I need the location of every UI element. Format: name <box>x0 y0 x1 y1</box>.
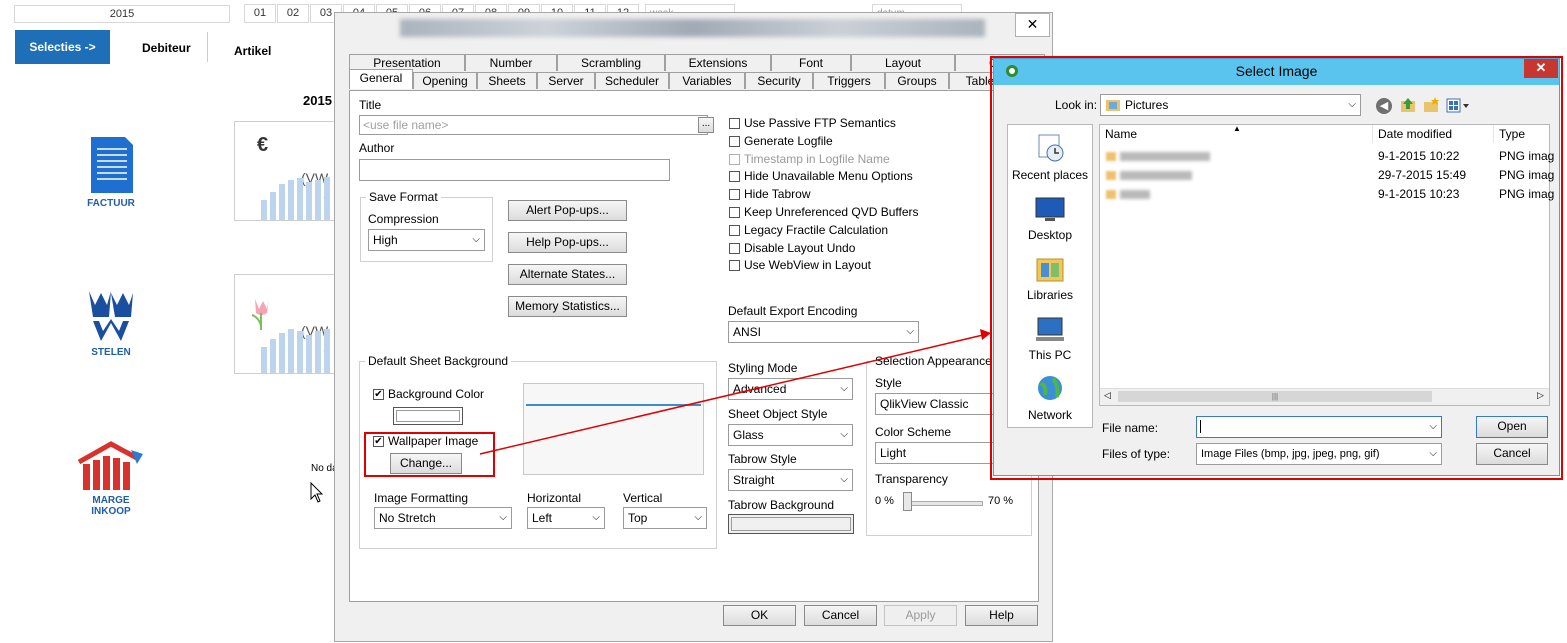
select-cancel-button[interactable]: Cancel <box>1476 443 1548 465</box>
select-image-title: Select Image <box>1235 63 1318 79</box>
file-row[interactable]: 9-1-2015 10:23 PNG imag <box>1100 185 1554 204</box>
file-name-blurred <box>1120 152 1210 161</box>
place-label: Network <box>1027 408 1072 422</box>
tab-general[interactable]: General <box>349 69 413 89</box>
files-of-type-label: Files of type: <box>1102 447 1171 461</box>
file-date: 9-1-2015 10:23 <box>1378 187 1460 201</box>
file-list: Name ▲ Date modified Type 9-1-2015 10:22… <box>1099 124 1554 406</box>
this-pc-icon <box>1036 317 1064 341</box>
place-label: Libraries <box>1026 288 1074 302</box>
file-type: PNG imag <box>1499 168 1555 182</box>
png-file-icon <box>1106 152 1116 161</box>
place-desktop[interactable]: Desktop <box>1008 193 1092 242</box>
column-date-label: Date modified <box>1378 127 1453 141</box>
scroll-left-icon[interactable]: ◁ <box>1104 390 1111 401</box>
look-in-label: Look in: <box>1055 98 1098 112</box>
horizontal-scrollbar[interactable]: ◁ ||| ▷ <box>1100 388 1549 405</box>
file-row[interactable]: 9-1-2015 10:22 PNG imag <box>1100 147 1554 166</box>
place-label: Desktop <box>1027 228 1073 242</box>
file-date: 29-7-2015 15:49 <box>1378 168 1467 182</box>
place-libraries[interactable]: Libraries <box>1008 253 1092 302</box>
scroll-right-icon[interactable]: ▷ <box>1537 390 1544 401</box>
places-bar: Recent places Desktop Libraries This PC … <box>1007 124 1093 428</box>
open-button[interactable]: Open <box>1476 416 1548 438</box>
look-in-dropdown[interactable]: Pictures ⌵ <box>1100 94 1361 116</box>
desktop-icon <box>1035 197 1065 221</box>
files-of-type-dropdown[interactable]: Image Files (bmp, jpg, jpeg, png, gif) ⌵ <box>1196 443 1442 465</box>
select-image-titlebar: Select Image ✕ <box>994 59 1559 85</box>
place-label: Recent places <box>1011 168 1089 182</box>
back-icon[interactable]: ◀ <box>1376 98 1392 114</box>
png-file-icon <box>1106 171 1116 180</box>
column-type-label: Type <box>1499 127 1526 141</box>
file-type: PNG imag <box>1499 149 1555 163</box>
png-file-icon <box>1106 190 1116 199</box>
place-this-pc[interactable]: This PC <box>1008 313 1092 362</box>
file-date: 9-1-2015 10:22 <box>1378 149 1460 163</box>
scrollbar-thumb[interactable]: ||| <box>1118 391 1432 402</box>
column-name-label: Name <box>1105 127 1138 141</box>
chevron-down-icon: ⌵ <box>1348 99 1356 110</box>
network-icon <box>1038 376 1062 400</box>
new-folder-icon[interactable] <box>1422 96 1440 114</box>
look-in-value: Pictures <box>1125 98 1169 112</box>
sort-arrow-icon: ▲ <box>1233 124 1241 133</box>
file-name-label: File name: <box>1102 421 1159 435</box>
place-label: This PC <box>1028 348 1072 362</box>
pictures-folder-icon <box>1106 100 1120 111</box>
file-row[interactable]: 29-7-2015 15:49 PNG imag <box>1100 166 1554 185</box>
view-menu-icon[interactable] <box>1446 98 1470 114</box>
place-recent[interactable]: Recent places <box>1008 131 1092 182</box>
up-folder-icon[interactable] <box>1399 96 1417 114</box>
chevron-down-icon: ⌵ <box>1429 448 1437 459</box>
column-header-date[interactable]: Date modified <box>1373 125 1494 143</box>
file-name-blurred <box>1120 171 1192 180</box>
select-image-dialog: Select Image ✕ Look in: Pictures ⌵ ◀ Rece… <box>993 58 1560 476</box>
files-of-type-value: Image Files (bmp, jpg, jpeg, png, gif) <box>1201 448 1380 460</box>
select-image-close-button[interactable]: ✕ <box>1524 59 1558 78</box>
recent-places-icon <box>1038 134 1064 162</box>
file-name-input[interactable]: ⌵ <box>1196 416 1442 438</box>
file-name-blurred <box>1120 190 1150 199</box>
column-header-type[interactable]: Type <box>1494 125 1551 143</box>
text-caret <box>1200 420 1201 433</box>
place-network[interactable]: Network <box>1008 373 1092 422</box>
libraries-icon <box>1036 258 1064 282</box>
chevron-down-icon: ⌵ <box>1429 421 1437 432</box>
file-type: PNG imag <box>1499 187 1555 201</box>
